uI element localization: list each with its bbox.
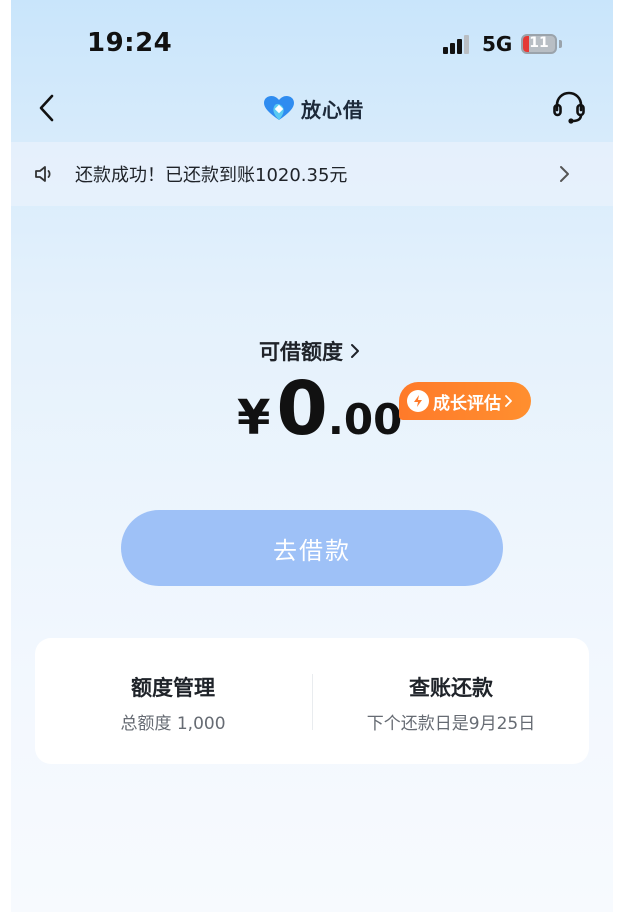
speaker-icon [35,166,51,182]
notice-bar[interactable]: 还款成功！已还款到账1020.35元 [11,142,613,206]
quota-amount: ¥ 0 .00 [237,372,402,446]
total-quota-text: 总额度 1,000 [120,714,226,734]
account-card: 额度管理 总额度 1,000 查账还款 下个还款日是9月25日 [35,638,589,764]
signal-icon [443,34,473,54]
brand-logo-icon [264,96,294,120]
quota-management-entry[interactable]: 额度管理 总额度 1,000 [35,638,311,764]
borrow-button[interactable]: 去借款 [121,510,503,586]
status-bar: 19:24 5G 11 [11,0,613,80]
battery-icon: 11 [521,34,557,54]
chevron-right-icon [560,166,569,182]
chevron-right-icon [505,395,512,407]
back-button[interactable] [33,88,63,128]
bolt-icon [407,390,429,412]
quota-management-title: 额度管理 [131,676,215,700]
nav-bar: 放心借 [11,80,613,140]
customer-service-button[interactable] [551,88,587,128]
bill-repayment-entry[interactable]: 查账还款 下个还款日是9月25日 [313,638,589,764]
amount-decimal: .00 [327,395,403,444]
brand-name: 放心借 [301,97,364,122]
growth-assessment-badge[interactable]: 成长评估 [399,382,531,420]
status-time: 19:24 [87,28,173,58]
amount-integer: 0 [276,366,328,452]
chevron-left-icon [39,94,54,122]
available-quota-link[interactable]: 可借额度 [259,336,361,366]
battery-level: 11 [529,35,549,51]
chevron-right-icon [351,344,359,358]
bill-repayment-title: 查账还款 [409,676,493,700]
next-repayment-text: 下个还款日是9月25日 [366,714,536,734]
headset-icon [553,91,585,124]
battery-cap [559,40,562,48]
growth-badge-label: 成长评估 [433,393,501,414]
notice-message: 还款成功！已还款到账1020.35元 [75,165,348,186]
network-type: 5G [482,32,513,56]
currency-symbol: ¥ [237,390,271,446]
quota-label: 可借额度 [259,340,343,364]
borrow-button-label: 去借款 [273,537,351,565]
brand: 放心借 [263,92,364,124]
app-screen: 19:24 5G 11 放心借 还款成功！已还款到账1020.35元 可借额度 … [11,0,613,912]
